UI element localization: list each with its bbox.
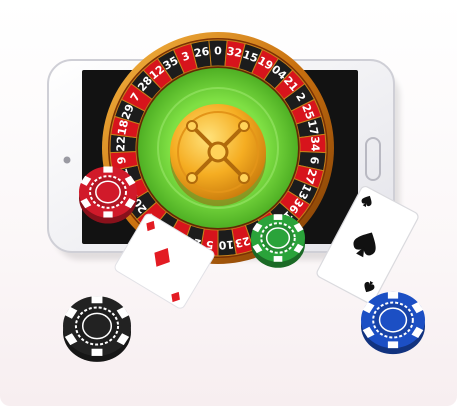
wheel-number: 10: [218, 238, 235, 252]
wheel-number: 26: [193, 45, 211, 60]
wheel-number: 22: [114, 136, 128, 152]
casino-chip-red: [79, 166, 137, 224]
casino-chip-black: [63, 296, 131, 362]
wheel-number: 0: [214, 45, 222, 58]
wheel-number: 32: [226, 45, 243, 60]
wheel-number: 34: [308, 136, 322, 152]
casino-illustration: 0321519042122517346271336113082310524163…: [0, 0, 457, 406]
illustration-canvas: 0321519042122517346271336113082310524163…: [47, 32, 425, 362]
wheel-number: 9: [115, 156, 129, 165]
wheel-hub: [170, 104, 266, 206]
casino-chip-green: [251, 214, 305, 268]
phone-camera: [63, 156, 71, 164]
casino-chip-blue: [361, 291, 425, 355]
